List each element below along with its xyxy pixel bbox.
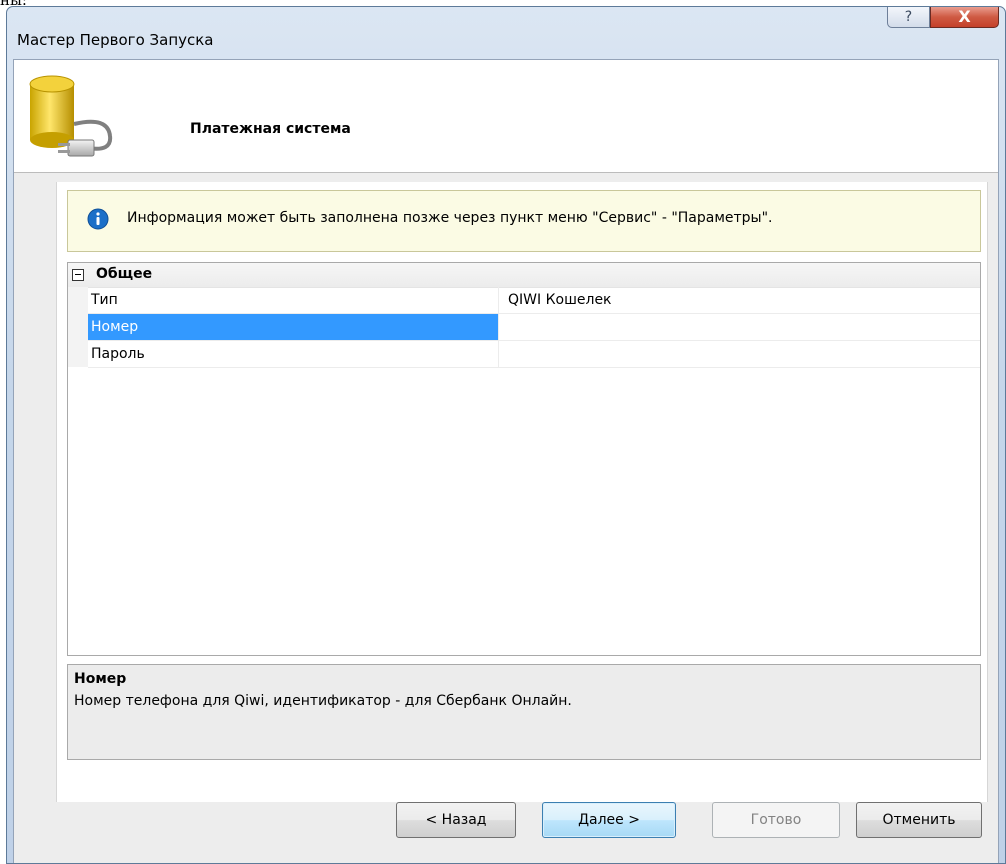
wizard-window: Мастер Первого Запуска ? X Платежная сис… <box>6 6 1006 864</box>
help-button[interactable]: ? <box>887 7 930 28</box>
wizard-header: Платежная система <box>14 60 998 173</box>
window-title: Мастер Первого Запуска <box>17 31 214 49</box>
finish-button[interactable]: Готово <box>712 802 840 838</box>
category-row-general[interactable]: Общее <box>68 263 980 288</box>
close-button[interactable]: X <box>930 7 999 28</box>
property-description-panel: Номер Номер телефона для Qiwi, идентифик… <box>67 664 981 760</box>
property-name: Тип <box>88 287 499 313</box>
wizard-client-area: Платежная система Информация может быть … <box>13 59 999 863</box>
info-text: Информация может быть заполнена позже че… <box>127 210 773 226</box>
property-row-type[interactable]: Тип QIWI Кошелек <box>88 287 980 314</box>
wizard-content: Информация может быть заполнена позже че… <box>56 182 988 802</box>
description-text: Номер телефона для Qiwi, идентификатор -… <box>74 693 572 709</box>
info-icon <box>87 208 109 230</box>
property-value[interactable]: QIWI Кошелек <box>508 287 612 313</box>
property-row-password[interactable]: Пароль <box>88 341 980 368</box>
property-grid[interactable]: Общее Тип QIWI Кошелек Номер Пароль <box>67 262 981 656</box>
page-title: Платежная система <box>190 121 351 137</box>
collapse-icon[interactable] <box>72 269 84 281</box>
cancel-button[interactable]: Отменить <box>856 802 982 838</box>
property-name: Номер <box>88 314 499 340</box>
category-label: Общее <box>96 266 153 282</box>
info-banner: Информация может быть заполнена позже че… <box>67 190 981 252</box>
back-button[interactable]: < Назад <box>396 802 516 838</box>
property-row-number[interactable]: Номер <box>88 314 980 341</box>
next-button[interactable]: Далее > <box>542 802 676 838</box>
property-name: Пароль <box>88 341 499 367</box>
database-plug-icon <box>29 75 113 157</box>
grid-margin <box>68 287 88 367</box>
description-title: Номер <box>74 671 127 687</box>
